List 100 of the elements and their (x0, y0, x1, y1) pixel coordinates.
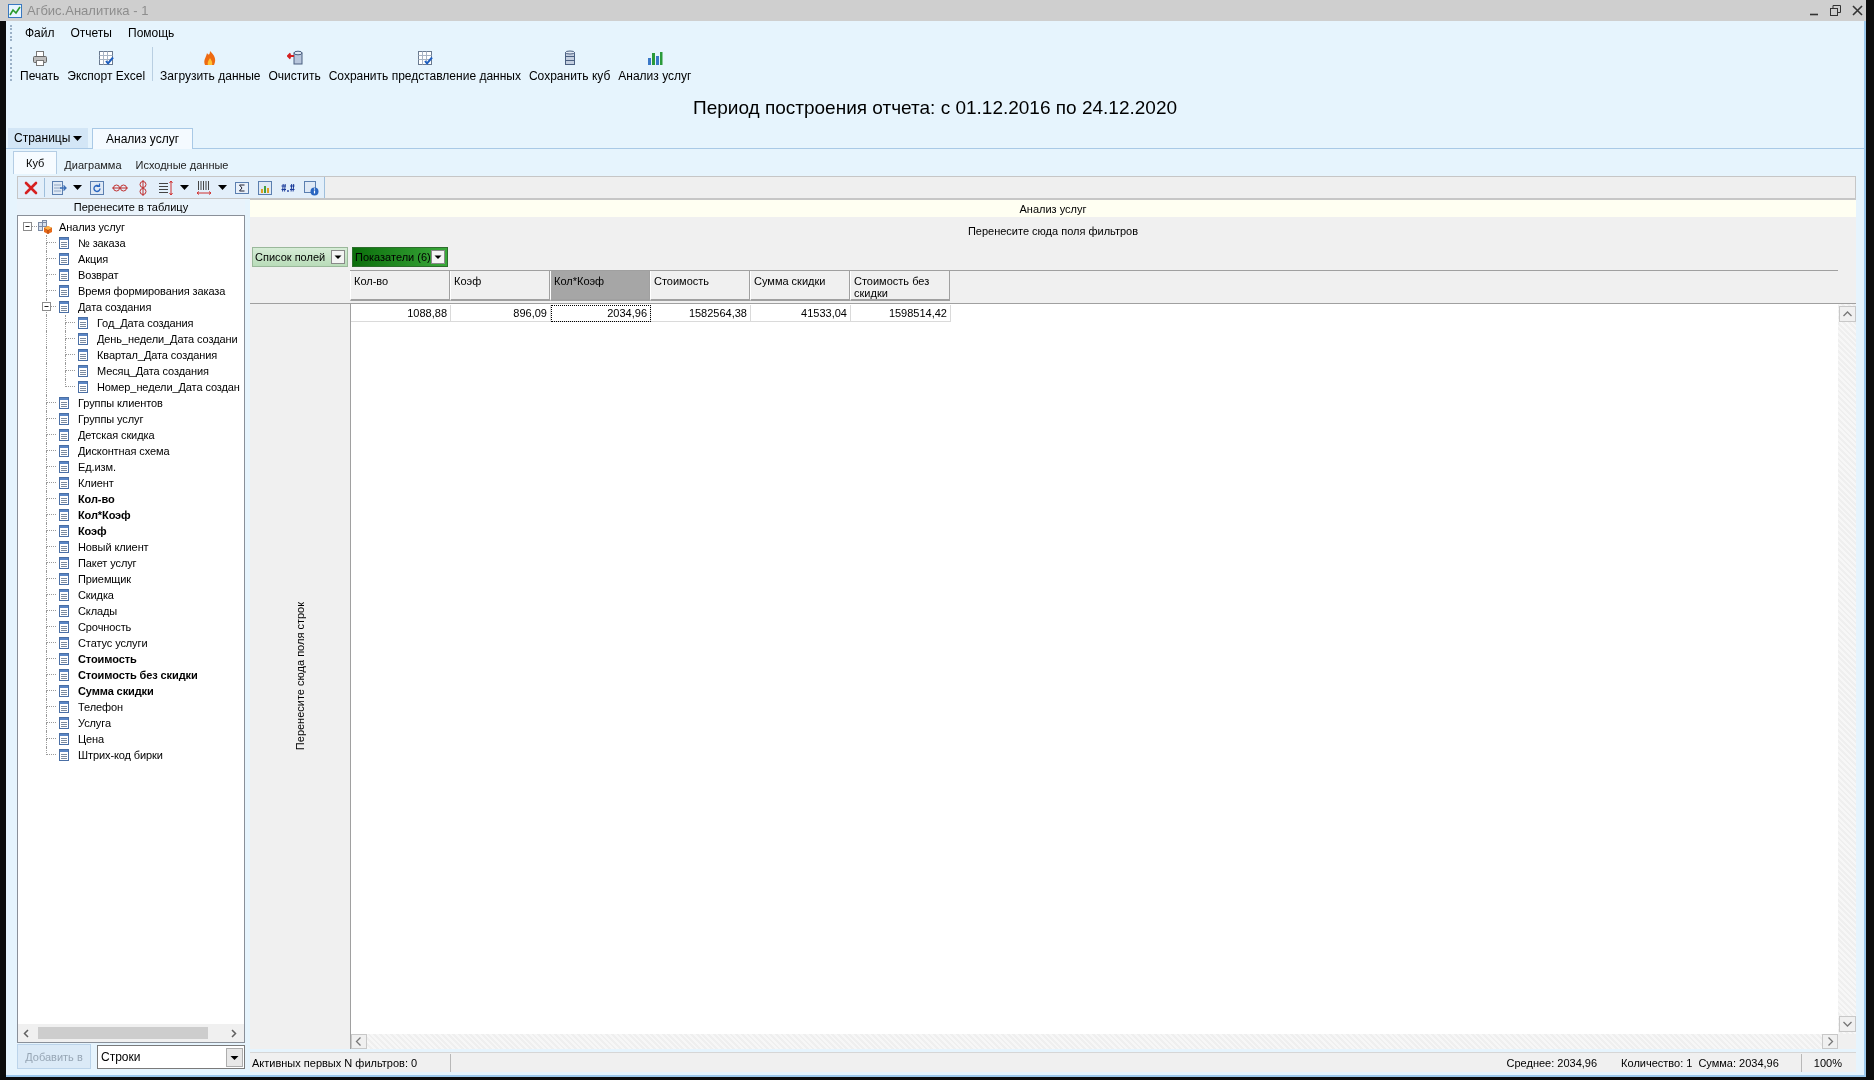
collapse-icon[interactable] (42, 302, 51, 311)
tree-item[interactable]: Штрих-код бирки (78, 749, 163, 761)
list-icon (78, 317, 88, 329)
tab[interactable]: Куб (13, 151, 58, 174)
menu-item[interactable]: Файл (17, 24, 63, 42)
table-cell[interactable]: 1598514,42 (851, 305, 951, 322)
column-header[interactable]: Стоимость (650, 271, 750, 301)
tree-item[interactable]: Детская скидка (78, 429, 155, 441)
column-header[interactable]: Сумма скидки (750, 271, 850, 301)
tree-item[interactable]: Квартал_Дата создания (97, 349, 218, 361)
tree-item[interactable]: Группы услуг (78, 413, 144, 425)
tree-item[interactable]: Дата создания (78, 301, 152, 313)
caret-down-icon[interactable] (179, 185, 189, 190)
tree-item[interactable]: Месяц_Дата создания (97, 365, 209, 377)
vertical-scrollbar[interactable] (1838, 303, 1856, 1034)
table-check-icon (416, 50, 433, 66)
table-cell[interactable]: 896,09 (451, 305, 551, 322)
load-button[interactable]: Загрузить данные (156, 50, 265, 83)
print-button[interactable]: Печать (16, 50, 64, 83)
tab[interactable]: Исходные данные (128, 154, 236, 174)
lines-arrow-icon[interactable] (157, 179, 174, 196)
tree-item[interactable]: Стоимость (78, 653, 137, 665)
tree-item[interactable]: День_недели_Дата создани (97, 333, 238, 345)
chevron-right-icon[interactable] (231, 1028, 237, 1038)
sigma-icon[interactable] (233, 179, 250, 196)
tree-item[interactable]: Год_Дата создания (97, 317, 194, 329)
restore-icon[interactable] (1830, 5, 1841, 16)
horizontal-scrollbar[interactable] (350, 1034, 1838, 1049)
save-cube-button[interactable]: Сохранить куб (524, 50, 615, 83)
bars-arrow-icon[interactable] (195, 179, 212, 196)
tree-item[interactable]: Кол-во (78, 493, 115, 505)
tree-item[interactable]: № заказа (78, 237, 126, 249)
tree-item[interactable]: Телефон (78, 701, 123, 713)
column-header[interactable]: Стоимость без скидки (850, 271, 950, 301)
scroll-right-icon[interactable] (1822, 1034, 1838, 1049)
menu-item[interactable]: Отчеты (62, 24, 120, 42)
scroll-down-icon[interactable] (1838, 1016, 1856, 1032)
tab[interactable]: Диаграмма (57, 154, 129, 174)
tree-item[interactable]: Клиент (78, 477, 114, 489)
tree-item[interactable]: Склады (78, 605, 118, 617)
tree-item[interactable]: Кол*Коэф (78, 509, 131, 521)
list-icon (78, 365, 88, 377)
caret-down-icon (73, 135, 82, 141)
list-icon (59, 589, 69, 601)
column-header[interactable]: Кол-во (350, 271, 450, 301)
list-icon (59, 701, 69, 713)
tree-item[interactable]: Сумма скидки (78, 685, 154, 697)
export-button[interactable]: Экспорт Excel (63, 50, 150, 83)
table-refresh-icon[interactable] (88, 179, 105, 196)
list-icon (78, 333, 88, 345)
tree-item[interactable]: Статус услуги (78, 637, 148, 649)
list-icon (59, 733, 69, 745)
scroll-left-icon[interactable] (351, 1034, 367, 1049)
tree-item[interactable]: Пакет услуг (78, 557, 137, 569)
tree-item[interactable]: Анализ услуг (59, 221, 125, 233)
tree-item[interactable]: Услуга (78, 717, 111, 729)
column-header[interactable]: Коэф (450, 271, 550, 301)
tab[interactable]: Анализ услуг (92, 128, 194, 149)
menu-item[interactable]: Помощь (120, 24, 183, 42)
target-combo[interactable]: Строки (97, 1045, 245, 1069)
zoom-level: 100% (1812, 1056, 1843, 1069)
tree-item[interactable]: Срочность (78, 621, 132, 633)
tree-item[interactable]: Приемщик (78, 573, 132, 585)
list-icon (59, 653, 69, 665)
list-icon (59, 429, 69, 441)
clear-button[interactable]: Очистить (264, 50, 325, 83)
table-cell[interactable]: 1582564,38 (651, 305, 751, 322)
tree-item[interactable]: Новый клиент (78, 541, 149, 553)
tree-item[interactable]: Скидка (78, 589, 114, 601)
table-cell[interactable]: 1088,88 (351, 305, 451, 322)
caret-down-icon[interactable] (72, 185, 82, 190)
collapse-icon[interactable] (23, 222, 32, 231)
tree-item[interactable]: Ед.изм. (78, 461, 116, 473)
chevron-left-icon[interactable] (23, 1028, 29, 1038)
table-chart-icon[interactable] (256, 179, 273, 196)
field-list-button[interactable]: Список полей (252, 247, 348, 267)
save-view-button[interactable]: Сохранить представление данных (324, 50, 525, 83)
tree-item[interactable]: Группы клиентов (78, 397, 163, 409)
tree-item[interactable]: Коэф (78, 525, 107, 537)
analysis-button[interactable]: Анализ услуг (614, 50, 696, 83)
close-icon[interactable] (1852, 5, 1863, 16)
column-header[interactable]: Кол*Коэф (550, 271, 650, 301)
tree-item[interactable]: Стоимость без скидки (78, 669, 198, 681)
delete-icon[interactable] (22, 179, 39, 196)
tree-item[interactable]: Возврат (78, 269, 119, 281)
tree-item[interactable]: Номер_недели_Дата создан (97, 381, 240, 393)
measures-button[interactable]: Показатели (6) (352, 247, 448, 267)
table-info-icon[interactable] (302, 179, 319, 196)
tree-item[interactable]: Дисконтная схема (78, 445, 170, 457)
tree-item[interactable]: Акция (78, 253, 109, 265)
table-cell[interactable]: 41533,04 (751, 305, 851, 322)
tree-item[interactable]: Цена (78, 733, 105, 745)
caret-down-icon[interactable] (217, 185, 227, 190)
scroll-thumb[interactable] (38, 1027, 208, 1039)
scroll-up-icon[interactable] (1838, 306, 1856, 322)
pages-dropdown[interactable]: Страницы (8, 128, 88, 148)
tree-item[interactable]: Время формирования заказа (78, 285, 226, 297)
horizontal-scrollbar[interactable] (18, 1024, 244, 1042)
table-arrow-icon[interactable] (50, 179, 67, 196)
table-cell[interactable]: 2034,96 (551, 305, 651, 322)
